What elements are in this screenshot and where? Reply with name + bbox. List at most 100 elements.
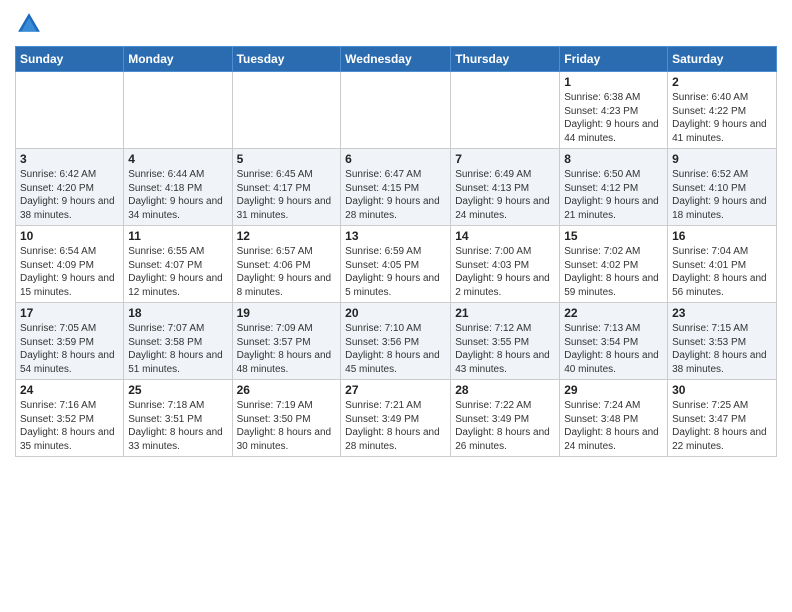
day-number: 29: [564, 383, 663, 397]
day-info: Sunrise: 7:24 AMSunset: 3:48 PMDaylight:…: [564, 399, 663, 453]
calendar-day-cell: [341, 72, 451, 149]
calendar-day-cell: 17 Sunrise: 7:05 AMSunset: 3:59 PMDayligh…: [16, 303, 124, 380]
col-header-saturday: Saturday: [668, 47, 777, 72]
day-info: Sunrise: 7:07 AMSunset: 3:58 PMDaylight:…: [128, 322, 227, 376]
day-info: Sunrise: 6:57 AMSunset: 4:06 PMDaylight:…: [237, 245, 337, 299]
day-number: 22: [564, 306, 663, 320]
day-info: Sunrise: 7:19 AMSunset: 3:50 PMDaylight:…: [237, 399, 337, 453]
day-number: 3: [20, 152, 119, 166]
calendar-day-cell: 5 Sunrise: 6:45 AMSunset: 4:17 PMDaylight…: [232, 149, 341, 226]
calendar-day-cell: [232, 72, 341, 149]
day-number: 10: [20, 229, 119, 243]
calendar-day-cell: 29 Sunrise: 7:24 AMSunset: 3:48 PMDayligh…: [560, 380, 668, 457]
col-header-thursday: Thursday: [451, 47, 560, 72]
calendar-day-cell: 3 Sunrise: 6:42 AMSunset: 4:20 PMDaylight…: [16, 149, 124, 226]
day-info: Sunrise: 7:04 AMSunset: 4:01 PMDaylight:…: [672, 245, 772, 299]
calendar-day-cell: 18 Sunrise: 7:07 AMSunset: 3:58 PMDayligh…: [124, 303, 232, 380]
day-info: Sunrise: 6:59 AMSunset: 4:05 PMDaylight:…: [345, 245, 446, 299]
day-number: 21: [455, 306, 555, 320]
day-number: 27: [345, 383, 446, 397]
calendar-week-row: 24 Sunrise: 7:16 AMSunset: 3:52 PMDayligh…: [16, 380, 777, 457]
day-info: Sunrise: 7:09 AMSunset: 3:57 PMDaylight:…: [237, 322, 337, 376]
day-info: Sunrise: 6:55 AMSunset: 4:07 PMDaylight:…: [128, 245, 227, 299]
col-header-sunday: Sunday: [16, 47, 124, 72]
calendar-week-row: 1 Sunrise: 6:38 AMSunset: 4:23 PMDaylight…: [16, 72, 777, 149]
day-info: Sunrise: 7:00 AMSunset: 4:03 PMDaylight:…: [455, 245, 555, 299]
col-header-wednesday: Wednesday: [341, 47, 451, 72]
calendar-day-cell: 19Sunrise: 7:09 AMSunset: 3:57 PMDayligh…: [232, 303, 341, 380]
day-number: 16: [672, 229, 772, 243]
day-number: 7: [455, 152, 555, 166]
calendar-day-cell: 16 Sunrise: 7:04 AMSunset: 4:01 PMDayligh…: [668, 226, 777, 303]
day-number: 5: [237, 152, 337, 166]
day-number: 9: [672, 152, 772, 166]
calendar-day-cell: 26 Sunrise: 7:19 AMSunset: 3:50 PMDayligh…: [232, 380, 341, 457]
day-number: 14: [455, 229, 555, 243]
day-info: Sunrise: 6:50 AMSunset: 4:12 PMDaylight:…: [564, 168, 663, 222]
day-info: Sunrise: 6:42 AMSunset: 4:20 PMDaylight:…: [20, 168, 119, 222]
day-info: Sunrise: 7:13 AMSunset: 3:54 PMDaylight:…: [564, 322, 663, 376]
day-number: 4: [128, 152, 227, 166]
day-number: 17: [20, 306, 119, 320]
day-info: Sunrise: 7:15 AMSunset: 3:53 PMDaylight:…: [672, 322, 772, 376]
day-info: Sunrise: 7:16 AMSunset: 3:52 PMDaylight:…: [20, 399, 119, 453]
calendar-day-cell: 2Sunrise: 6:40 AMSunset: 4:22 PMDaylight…: [668, 72, 777, 149]
day-number: 28: [455, 383, 555, 397]
day-info: Sunrise: 7:05 AMSunset: 3:59 PMDaylight:…: [20, 322, 119, 376]
day-info: Sunrise: 7:21 AMSunset: 3:49 PMDaylight:…: [345, 399, 446, 453]
day-number: 24: [20, 383, 119, 397]
calendar-day-cell: 24 Sunrise: 7:16 AMSunset: 3:52 PMDayligh…: [16, 380, 124, 457]
calendar-day-cell: 28Sunrise: 7:22 AMSunset: 3:49 PMDayligh…: [451, 380, 560, 457]
day-info: Sunrise: 7:18 AMSunset: 3:51 PMDaylight:…: [128, 399, 227, 453]
calendar-day-cell: 27 Sunrise: 7:21 AMSunset: 3:49 PMDayligh…: [341, 380, 451, 457]
calendar-week-row: 3 Sunrise: 6:42 AMSunset: 4:20 PMDaylight…: [16, 149, 777, 226]
calendar-day-cell: 10 Sunrise: 6:54 AMSunset: 4:09 PMDayligh…: [16, 226, 124, 303]
day-info: Sunrise: 6:49 AMSunset: 4:13 PMDaylight:…: [455, 168, 555, 222]
day-info: Sunrise: 6:54 AMSunset: 4:09 PMDaylight:…: [20, 245, 119, 299]
day-number: 25: [128, 383, 227, 397]
day-info: Sunrise: 6:45 AMSunset: 4:17 PMDaylight:…: [237, 168, 337, 222]
calendar-day-cell: 21 Sunrise: 7:12 AMSunset: 3:55 PMDayligh…: [451, 303, 560, 380]
calendar-day-cell: 6 Sunrise: 6:47 AMSunset: 4:15 PMDaylight…: [341, 149, 451, 226]
header: [15, 10, 777, 38]
day-number: 18: [128, 306, 227, 320]
calendar-table: SundayMondayTuesdayWednesdayThursdayFrid…: [15, 46, 777, 457]
calendar-day-cell: 9Sunrise: 6:52 AMSunset: 4:10 PMDaylight…: [668, 149, 777, 226]
day-number: 13: [345, 229, 446, 243]
day-info: Sunrise: 7:12 AMSunset: 3:55 PMDaylight:…: [455, 322, 555, 376]
calendar-day-cell: 15 Sunrise: 7:02 AMSunset: 4:02 PMDayligh…: [560, 226, 668, 303]
day-number: 20: [345, 306, 446, 320]
calendar-header-row: SundayMondayTuesdayWednesdayThursdayFrid…: [16, 47, 777, 72]
day-info: Sunrise: 7:10 AMSunset: 3:56 PMDaylight:…: [345, 322, 446, 376]
calendar-day-cell: 30Sunrise: 7:25 AMSunset: 3:47 PMDayligh…: [668, 380, 777, 457]
calendar-day-cell: 13 Sunrise: 6:59 AMSunset: 4:05 PMDayligh…: [341, 226, 451, 303]
logo: [15, 10, 47, 38]
calendar-week-row: 10 Sunrise: 6:54 AMSunset: 4:09 PMDayligh…: [16, 226, 777, 303]
day-number: 26: [237, 383, 337, 397]
day-number: 12: [237, 229, 337, 243]
col-header-friday: Friday: [560, 47, 668, 72]
day-number: 8: [564, 152, 663, 166]
calendar-day-cell: 25 Sunrise: 7:18 AMSunset: 3:51 PMDayligh…: [124, 380, 232, 457]
day-info: Sunrise: 7:25 AMSunset: 3:47 PMDaylight:…: [672, 399, 772, 453]
day-number: 6: [345, 152, 446, 166]
day-number: 15: [564, 229, 663, 243]
calendar-day-cell: [451, 72, 560, 149]
calendar-day-cell: 7 Sunrise: 6:49 AMSunset: 4:13 PMDaylight…: [451, 149, 560, 226]
day-info: Sunrise: 7:02 AMSunset: 4:02 PMDaylight:…: [564, 245, 663, 299]
calendar-week-row: 17 Sunrise: 7:05 AMSunset: 3:59 PMDayligh…: [16, 303, 777, 380]
calendar-day-cell: 8 Sunrise: 6:50 AMSunset: 4:12 PMDaylight…: [560, 149, 668, 226]
day-info: Sunrise: 6:47 AMSunset: 4:15 PMDaylight:…: [345, 168, 446, 222]
calendar-day-cell: [16, 72, 124, 149]
calendar-day-cell: [124, 72, 232, 149]
calendar-day-cell: 4 Sunrise: 6:44 AMSunset: 4:18 PMDaylight…: [124, 149, 232, 226]
calendar-day-cell: 14 Sunrise: 7:00 AMSunset: 4:03 PMDayligh…: [451, 226, 560, 303]
calendar-day-cell: 11 Sunrise: 6:55 AMSunset: 4:07 PMDayligh…: [124, 226, 232, 303]
page: SundayMondayTuesdayWednesdayThursdayFrid…: [0, 0, 792, 467]
day-info: Sunrise: 6:38 AMSunset: 4:23 PMDaylight:…: [564, 91, 663, 145]
day-number: 11: [128, 229, 227, 243]
day-number: 1: [564, 75, 663, 89]
day-info: Sunrise: 6:44 AMSunset: 4:18 PMDaylight:…: [128, 168, 227, 222]
day-number: 23: [672, 306, 772, 320]
col-header-tuesday: Tuesday: [232, 47, 341, 72]
